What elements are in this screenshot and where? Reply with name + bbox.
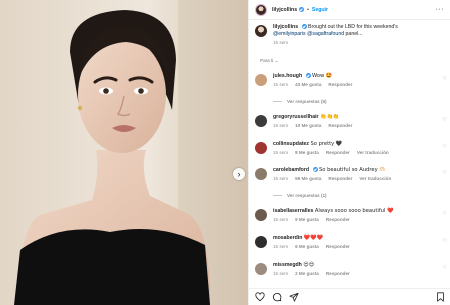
share-icon[interactable] <box>289 292 299 302</box>
post-photo[interactable]: › <box>0 0 248 305</box>
comments-list[interactable]: lilyjcollins Brought out the LBD for thi… <box>249 20 450 288</box>
comment-time: 15 sem <box>273 244 289 249</box>
reply-button[interactable]: Responder <box>328 123 352 128</box>
view-replies-button[interactable]: Ver respuestas (1) <box>273 193 327 198</box>
comment-text: Wow 🤩 <box>312 73 333 79</box>
commenter-avatar[interactable] <box>255 236 267 248</box>
commenter-avatar[interactable] <box>255 74 267 86</box>
comment-username[interactable]: isabellaserralles <box>273 208 313 214</box>
replies-line <box>273 101 282 102</box>
like-heart-icon[interactable]: ♡ <box>443 238 447 244</box>
chevron-right-icon: › <box>237 168 241 179</box>
comment-likes[interactable]: 9 Me gusta <box>295 217 319 222</box>
comment-username[interactable]: missmegdh <box>273 262 302 268</box>
comment-text: 👏👏👏 <box>320 114 340 120</box>
commenter-avatar[interactable] <box>255 209 267 221</box>
comment-time: 15 sem <box>273 150 289 155</box>
caption-avatar[interactable] <box>255 25 267 37</box>
comment-username[interactable]: mosaberdin <box>273 235 302 241</box>
caption: lilyjcollins Brought out the LBD for thi… <box>255 24 445 45</box>
comment-time: 15 sem <box>273 123 289 128</box>
verified-icon <box>312 167 318 173</box>
comment-item: carolebamford So beautiful so Audrey 🫶🏻 … <box>255 167 445 181</box>
comment-text: So pretty 🖤 <box>310 141 343 147</box>
see-translation-button[interactable]: Ver traducción <box>357 150 389 155</box>
caption-text: Brought out the LBD for this weekend's <box>308 24 398 30</box>
like-heart-icon[interactable]: ♡ <box>443 117 447 123</box>
comment-item: collinsupdatez So pretty 🖤 15 sem 8 Me g… <box>255 141 445 155</box>
comment-likes[interactable]: 10 Me gusta <box>295 123 321 128</box>
comment-item: isabellaserralles Always sooo sooo beaut… <box>255 208 445 222</box>
caption-username[interactable]: lilyjcollins <box>273 24 298 30</box>
caption-tail: panel... <box>345 31 363 37</box>
view-replies-button[interactable]: Ver respuestas (5) <box>273 99 327 104</box>
comment-text: ❤️❤️❤️ <box>303 235 324 241</box>
like-heart-icon[interactable]: ♡ <box>443 265 447 271</box>
verified-icon <box>301 24 307 30</box>
comment-text: So beautiful so Audrey 🫶🏻 <box>318 167 386 173</box>
comment-username[interactable]: gregoryrussellhair <box>273 114 319 120</box>
portrait-illustration <box>0 0 248 305</box>
verified-icon <box>299 7 305 12</box>
like-heart-icon[interactable]: ♡ <box>443 76 447 82</box>
commenter-avatar[interactable] <box>255 142 267 154</box>
comment-time: 15 sem <box>273 217 289 222</box>
author-username[interactable]: lilyjcollins <box>272 7 297 13</box>
bookmark-icon[interactable] <box>436 292 445 302</box>
reply-button[interactable]: Responder <box>326 271 350 276</box>
comment-likes[interactable]: 2 Me gusta <box>295 271 319 276</box>
reply-button[interactable]: Responder <box>326 150 350 155</box>
separator-dot: • <box>307 6 309 13</box>
reply-button[interactable]: Responder <box>326 217 350 222</box>
comment-item: missmegdh 😍😍 15 sem 2 Me gusta Responder <box>255 262 445 276</box>
reply-button[interactable]: Responder <box>328 176 352 181</box>
post-header: lilyjcollins • Seguir ··· <box>249 0 450 20</box>
comment-username[interactable]: jules.hough <box>273 73 302 79</box>
comment-likes[interactable]: 8 Me gusta <box>295 150 319 155</box>
post-actions <box>249 288 450 305</box>
comment-time: 15 sem <box>273 271 289 276</box>
reply-button[interactable]: Responder <box>326 244 350 249</box>
chevron-down-icon: ⌄ <box>274 58 279 63</box>
comment-username[interactable]: carolebamford <box>273 167 309 173</box>
comment-likes[interactable]: 43 Me gusta <box>295 82 321 87</box>
author-avatar[interactable] <box>255 3 267 16</box>
replies-line <box>273 195 282 196</box>
comment-time: 15 sem <box>273 176 289 181</box>
like-heart-icon[interactable] <box>255 292 265 302</box>
follow-button[interactable]: Seguir <box>312 7 328 13</box>
comment-likes[interactable]: 59 Me gusta <box>295 176 321 181</box>
commenter-avatar[interactable] <box>255 263 267 275</box>
comment-icon[interactable] <box>272 292 282 302</box>
reply-button[interactable]: Responder <box>328 82 352 87</box>
more-options-icon[interactable]: ··· <box>436 6 445 13</box>
comments-panel: lilyjcollins • Seguir ··· lilyjcollins B… <box>248 0 450 305</box>
see-translation-button[interactable]: Ver traducción <box>359 176 391 181</box>
for-you-filter[interactable]: Para ti ⌄ <box>260 58 278 64</box>
like-heart-icon[interactable]: ♡ <box>443 144 447 150</box>
comment-text: Always sooo sooo beautiful ❤️ <box>314 208 394 214</box>
next-photo-button[interactable]: › <box>233 168 245 180</box>
comment-item: mosaberdin ❤️❤️❤️ 15 sem 6 Me gusta Resp… <box>255 235 445 249</box>
for-you-label: Para ti <box>260 58 274 63</box>
caption-mentions[interactable]: @emilyinparis @sagaftrafound <box>273 31 344 37</box>
commenter-avatar[interactable] <box>255 115 267 127</box>
commenter-avatar[interactable] <box>255 168 267 180</box>
comment-text: 😍😍 <box>303 262 315 268</box>
view-replies-label: Ver respuestas (5) <box>287 99 327 104</box>
comment-username[interactable]: collinsupdatez <box>273 141 309 147</box>
comment-item: jules.hough Wow 🤩 15 sem 43 Me gusta Res… <box>255 73 445 87</box>
view-replies-label: Ver respuestas (1) <box>287 193 327 198</box>
comment-item: gregoryrussellhair 👏👏👏 15 sem 10 Me gust… <box>255 114 445 128</box>
comment-time: 15 sem <box>273 82 289 87</box>
caption-time: 15 sem <box>273 40 289 45</box>
verified-icon <box>305 73 311 79</box>
like-heart-icon[interactable]: ♡ <box>443 170 447 176</box>
comment-likes[interactable]: 6 Me gusta <box>295 244 319 249</box>
like-heart-icon[interactable]: ♡ <box>443 211 447 217</box>
